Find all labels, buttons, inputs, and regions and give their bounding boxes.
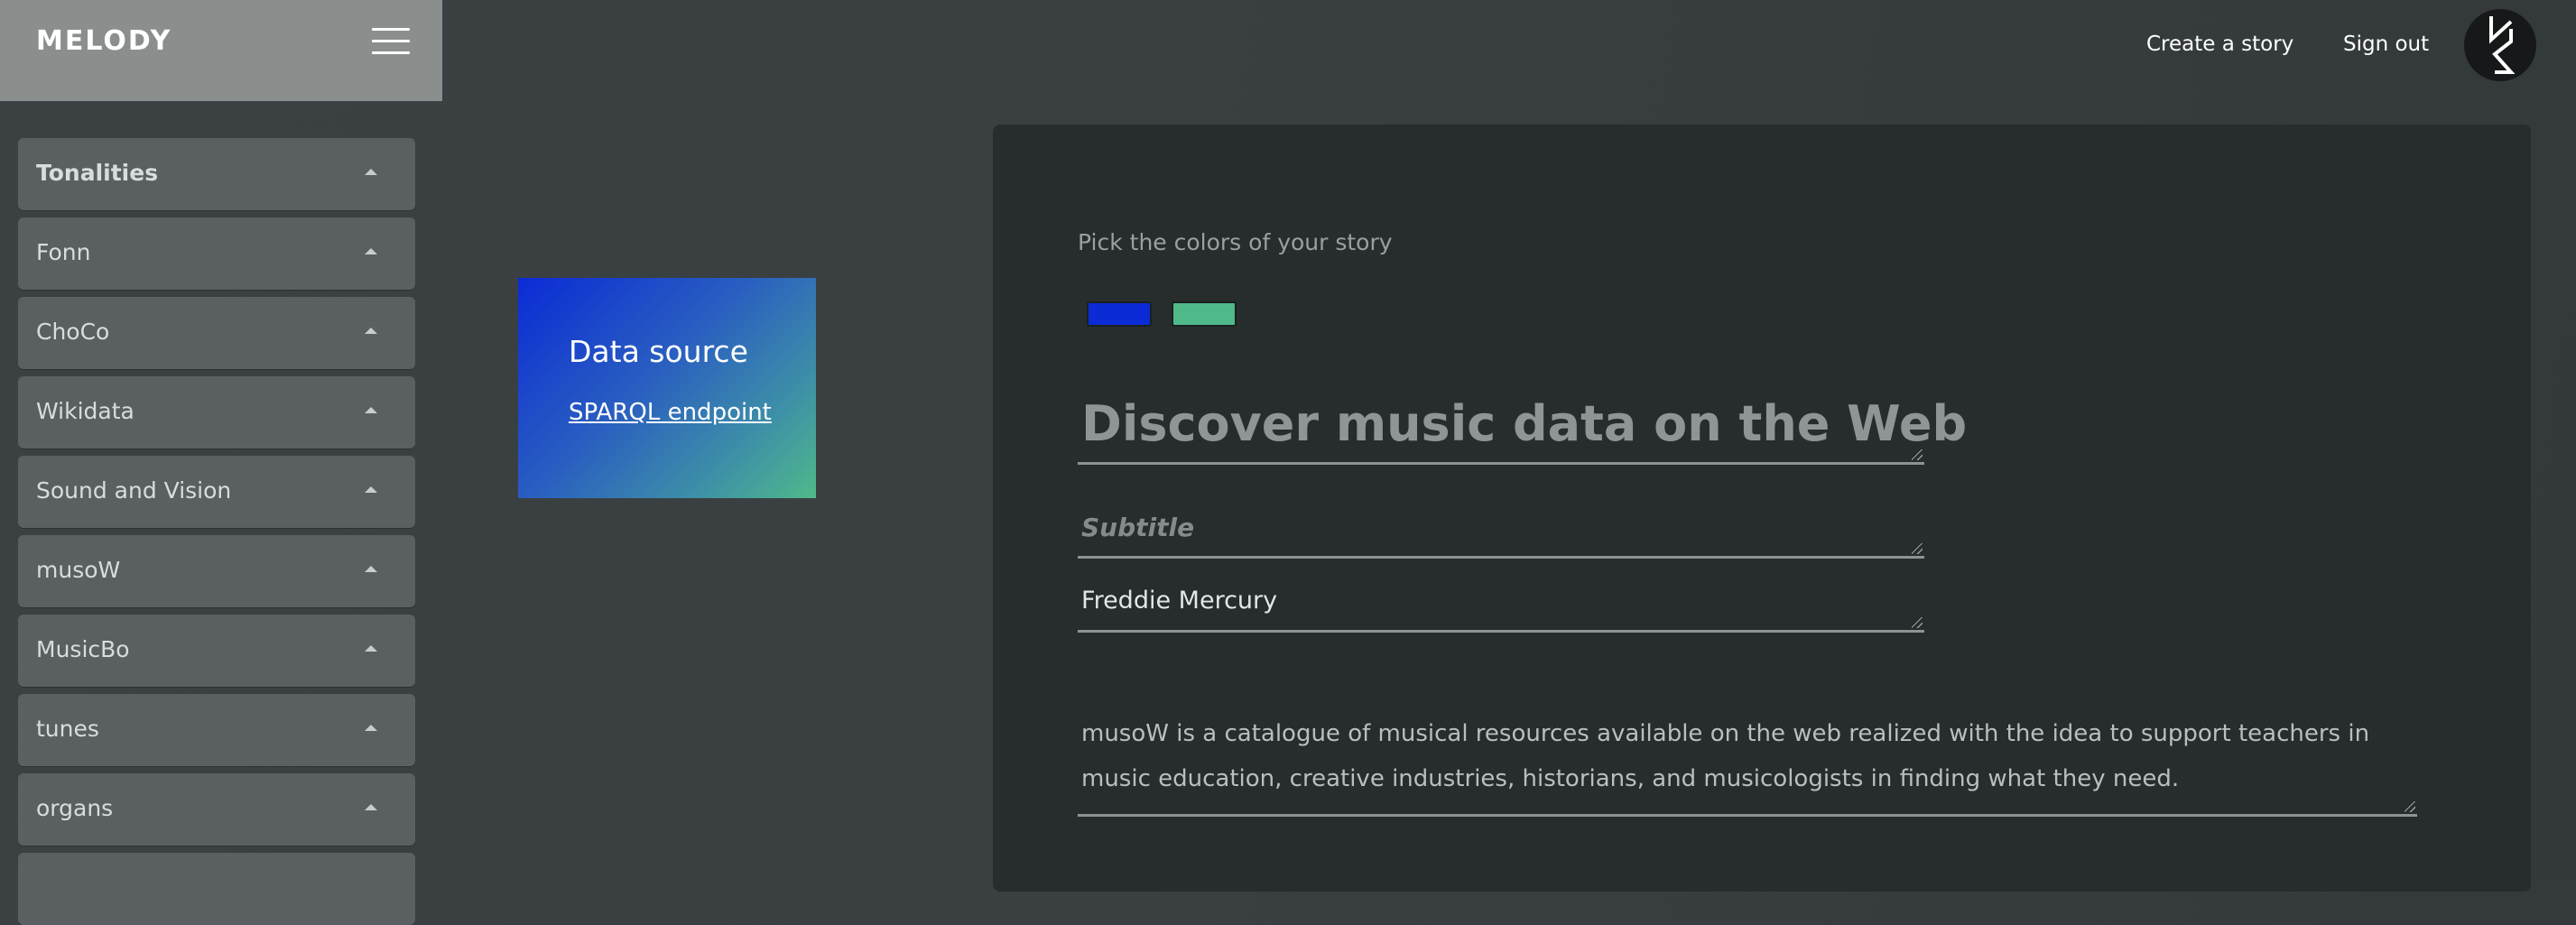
data-source-card: Data source SPARQL endpoint — [518, 278, 816, 498]
story-description-textarea[interactable]: musoW is a catalogue of musical resource… — [1078, 711, 2417, 817]
sidebar-item-label: organs — [36, 795, 114, 821]
story-author-value: Freddie Mercury — [1081, 587, 1278, 615]
resize-handle-icon[interactable] — [1912, 617, 1923, 628]
caret-up-icon — [365, 407, 377, 413]
story-description-value: musoW is a catalogue of musical resource… — [1081, 720, 2370, 792]
brand-header: MELODY — [0, 0, 442, 101]
brand-title[interactable]: MELODY — [36, 25, 171, 57]
story-subtitle-input[interactable]: Subtitle — [1078, 502, 1924, 559]
sidebar-item-sound-and-vision[interactable]: Sound and Vision — [18, 456, 415, 528]
caret-up-icon — [365, 486, 377, 493]
story-title-input[interactable]: Discover music data on the Web — [1078, 386, 1967, 465]
story-title-placeholder: Discover music data on the Web — [1081, 395, 1968, 452]
sidebar-item-label: Sound and Vision — [36, 477, 232, 504]
sidebar-item-label: Tonalities — [36, 160, 159, 186]
resize-handle-icon[interactable] — [2405, 801, 2415, 812]
sidebar-item-tonalities[interactable]: Tonalities — [18, 138, 415, 210]
pick-colors-label: Pick the colors of your story — [1078, 229, 1393, 255]
hamburger-menu-icon[interactable] — [372, 25, 410, 58]
sidebar-item-organs[interactable]: organs — [18, 773, 415, 846]
sidebar-item-more[interactable] — [18, 853, 415, 925]
resize-handle-icon[interactable] — [1912, 543, 1923, 554]
sidebar-item-musow[interactable]: musoW — [18, 535, 415, 607]
caret-up-icon — [365, 804, 377, 810]
caret-up-icon — [365, 248, 377, 254]
sidebar-item-label: MusicBo — [36, 636, 130, 662]
story-editor-panel: Pick the colors of your story Discover m… — [993, 125, 2531, 892]
caret-up-icon — [365, 169, 377, 175]
caret-up-icon — [365, 566, 377, 572]
sidebar-item-musicbo[interactable]: MusicBo — [18, 615, 415, 687]
data-source-title: Data source — [569, 334, 748, 369]
sidebar-item-tunes[interactable]: tunes — [18, 694, 415, 766]
sidebar-item-label: Fonn — [36, 239, 91, 265]
sidebar-item-label: Wikidata — [36, 398, 134, 424]
logo-avatar-icon[interactable] — [2464, 9, 2536, 81]
caret-up-icon — [365, 328, 377, 334]
sidebar-item-label: musoW — [36, 557, 121, 583]
color-swatch-primary[interactable] — [1087, 301, 1152, 327]
sidebar-item-wikidata[interactable]: Wikidata — [18, 376, 415, 449]
sidebar-item-label: tunes — [36, 716, 99, 742]
color-swatch-secondary[interactable] — [1172, 301, 1237, 327]
caret-up-icon — [365, 725, 377, 731]
sidebar-item-choco[interactable]: ChoCo — [18, 297, 415, 369]
story-author-input[interactable]: Freddie Mercury — [1078, 579, 1924, 633]
resize-handle-icon[interactable] — [1912, 449, 1923, 460]
sidebar-item-label: ChoCo — [36, 319, 110, 345]
sign-out-link[interactable]: Sign out — [2343, 32, 2429, 56]
story-subtitle-placeholder: Subtitle — [1081, 513, 1195, 542]
sparql-endpoint-link[interactable]: SPARQL endpoint — [569, 399, 772, 426]
sidebar-item-fonn[interactable]: Fonn — [18, 217, 415, 290]
create-story-link[interactable]: Create a story — [2146, 32, 2293, 56]
caret-up-icon — [365, 645, 377, 652]
